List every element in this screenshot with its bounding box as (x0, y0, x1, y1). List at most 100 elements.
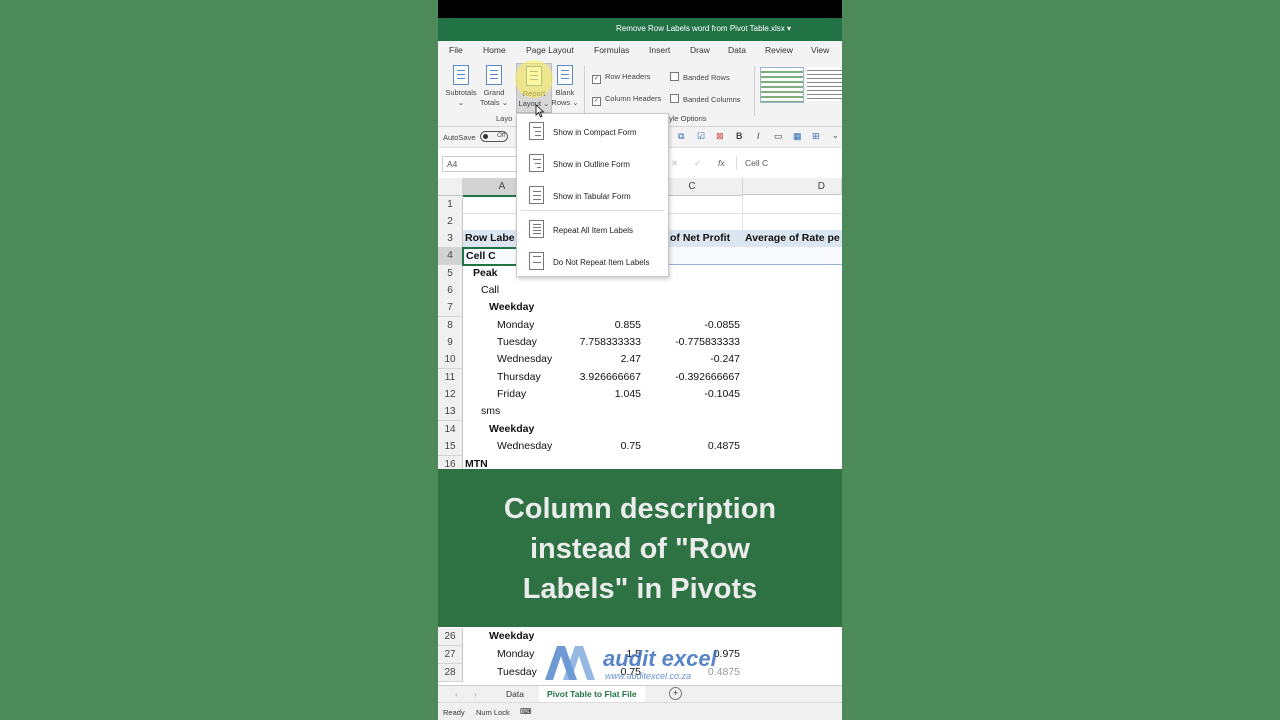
tab-review[interactable]: Review (765, 45, 793, 55)
chevron-right-icon[interactable]: › (474, 689, 477, 699)
menu-item-do-not-repeat-labels[interactable]: Do Not Repeat Item Labels (517, 247, 668, 275)
row-header[interactable]: 1 (438, 196, 463, 214)
check-icon[interactable]: ☑ (697, 131, 705, 142)
pivot-column-header[interactable]: Average of Rate pe (745, 230, 840, 247)
value-cell[interactable]: -0.775833333 (643, 334, 740, 351)
pivot-row-label[interactable]: sms (481, 403, 500, 420)
pivot-row-label[interactable]: Tuesday (497, 664, 537, 681)
bold-button[interactable]: B (736, 131, 743, 141)
value-cell[interactable]: -0.247 (643, 351, 740, 368)
grand-totals-button[interactable]: Grand Totals ⌄ (480, 65, 508, 108)
value-cell[interactable]: 1.045 (558, 386, 641, 403)
value-cell[interactable]: 0.4875 (643, 438, 740, 455)
banded-rows-checkbox[interactable]: Banded Rows (670, 72, 730, 82)
pivot-row-label[interactable]: Monday (497, 317, 534, 334)
row-header[interactable]: 2 (438, 213, 463, 231)
repeat-labels-icon (529, 220, 544, 238)
clear-icon[interactable]: ⊠ (716, 131, 724, 142)
pivot-row-label[interactable]: Thursday (497, 369, 541, 386)
pivot-row-label[interactable]: Friday (497, 386, 526, 403)
row-header[interactable]: 4 (438, 247, 463, 265)
row-header[interactable]: 5 (438, 265, 463, 283)
row-header[interactable]: 13 (438, 403, 463, 421)
pivot-column-header[interactable]: of Net Profit (670, 230, 730, 247)
row-header[interactable]: 3 (438, 230, 463, 248)
menu-item-compact-form[interactable]: Show in Compact Form (517, 117, 668, 145)
row-header[interactable]: 10 (438, 351, 463, 369)
pivot-row-label[interactable]: Call (481, 282, 499, 299)
column-header-d[interactable]: D (743, 178, 842, 195)
border-icon[interactable]: ▭ (774, 131, 783, 142)
banded-columns-checkbox[interactable]: Banded Columns (670, 94, 741, 104)
pivot-row-label[interactable]: Tuesday (497, 334, 537, 351)
cursor-highlight (515, 60, 553, 98)
check-icon[interactable]: ✓ (694, 158, 701, 169)
table-icon[interactable]: ▦ (793, 131, 802, 142)
row-header[interactable]: 7 (438, 299, 463, 317)
column-headers-checkbox[interactable]: ✓ Column Headers (592, 94, 661, 106)
chevron-down-icon: ⌄ (457, 98, 465, 107)
row-header[interactable]: 14 (438, 421, 463, 439)
row-headers-checkbox[interactable]: ✓ Row Headers (592, 72, 650, 84)
row-labels-header[interactable]: Row Labe (465, 230, 515, 247)
tab-draw[interactable]: Draw (690, 45, 710, 55)
row-header[interactable]: 27 (438, 646, 463, 664)
subtotals-icon (453, 65, 469, 85)
tab-view[interactable]: View (811, 45, 829, 55)
status-bar-top (438, 0, 842, 18)
value-cell[interactable]: 7.758333333 (558, 334, 641, 351)
formula-input[interactable]: Cell C (736, 156, 842, 170)
tab-page-layout[interactable]: Page Layout (526, 45, 574, 55)
value-cell[interactable]: 3.926666667 (558, 369, 641, 386)
menu-item-repeat-labels[interactable]: Repeat All Item Labels (517, 215, 668, 243)
menu-item-tabular-form[interactable]: Show in Tabular Form (517, 181, 668, 209)
italic-button[interactable]: I (757, 131, 760, 141)
tab-formulas[interactable]: Formulas (594, 45, 629, 55)
value-cell[interactable]: 0.75 (558, 438, 641, 455)
row-header[interactable]: 12 (438, 386, 463, 404)
menu-item-outline-form[interactable]: Show in Outline Form (517, 149, 668, 177)
pivot-row-label[interactable]: Weekday (489, 421, 534, 438)
add-sheet-icon[interactable]: + (669, 687, 682, 700)
row-header[interactable]: 26 (438, 628, 463, 646)
row-header[interactable]: 15 (438, 438, 463, 456)
pivot-icon[interactable]: ⊞ (812, 131, 820, 142)
value-cell[interactable]: 2.47 (558, 351, 641, 368)
value-cell[interactable]: -0.392666667 (643, 369, 740, 386)
function-icon[interactable]: fx (718, 158, 725, 168)
grand-totals-icon (486, 65, 502, 85)
autosave-toggle[interactable]: Off (480, 131, 508, 142)
value-cell[interactable]: -0.1045 (643, 386, 740, 403)
pivot-row-label[interactable]: Wednesday (497, 351, 552, 368)
pivot-row-label[interactable]: Weekday (489, 299, 534, 316)
row-header[interactable]: 9 (438, 334, 463, 352)
select-all-corner[interactable] (438, 178, 463, 196)
sheet-tab-data[interactable]: Data (506, 689, 524, 699)
caption-text: Column description instead of "Row Label… (503, 493, 777, 605)
value-cell[interactable]: 0.855 (558, 317, 641, 334)
row-header[interactable]: 28 (438, 664, 463, 682)
window-title[interactable]: Remove Row Labels word from Pivot Table.… (616, 24, 791, 33)
tab-insert[interactable]: Insert (649, 45, 670, 55)
pivot-row-label[interactable]: Wednesday (497, 438, 552, 455)
chevron-down-icon[interactable]: ⌄ (832, 131, 839, 140)
pivot-row-label[interactable]: Monday (497, 646, 534, 663)
close-icon[interactable]: ✕ (671, 158, 678, 169)
tab-home[interactable]: Home (483, 45, 506, 55)
tab-data[interactable]: Data (728, 45, 746, 55)
row-header[interactable]: 11 (438, 369, 463, 387)
name-box[interactable]: A4 (442, 156, 522, 172)
pivot-row-label[interactable]: Peak (473, 265, 498, 282)
value-cell[interactable]: -0.0855 (643, 317, 740, 334)
row-header[interactable]: 6 (438, 282, 463, 300)
subtotals-button[interactable]: Subtotals ⌄ (444, 65, 478, 108)
accessibility-icon[interactable]: ⌨ (520, 707, 532, 716)
tab-file[interactable]: File (449, 45, 463, 55)
pivot-style-thumbnail[interactable] (760, 67, 804, 103)
pivot-style-thumbnail[interactable] (807, 67, 842, 101)
pivot-row-label[interactable]: Weekday (489, 628, 534, 645)
chevron-left-icon[interactable]: ‹ (455, 689, 458, 699)
blank-rows-button[interactable]: Blank Rows ⌄ (551, 65, 579, 108)
row-header[interactable]: 8 (438, 317, 463, 335)
format-icon[interactable]: ⧉ (678, 131, 684, 142)
